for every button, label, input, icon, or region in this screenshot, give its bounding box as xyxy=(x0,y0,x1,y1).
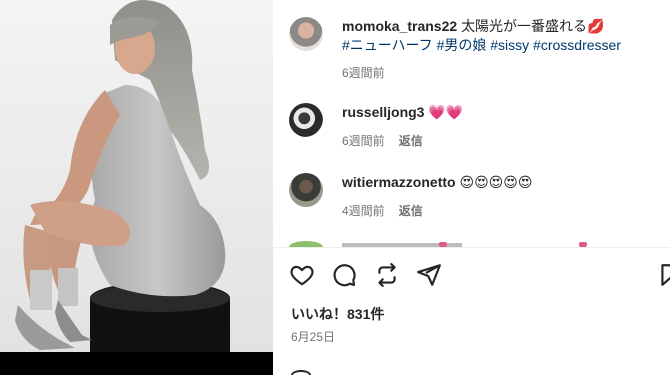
post-date[interactable]: 6月25日 xyxy=(291,328,335,345)
comment-item: russelljong3 💗💗 6週間前 返信 xyxy=(289,103,659,151)
comment-text: 😍😍😍😍😍 xyxy=(459,174,533,190)
caption-time[interactable]: 6週間前 xyxy=(342,64,385,83)
like-count[interactable]: いいね！831件 xyxy=(291,304,384,324)
hashtag-link[interactable]: #sissy xyxy=(490,37,529,53)
share-send-icon[interactable] xyxy=(416,262,442,288)
repost-icon[interactable] xyxy=(374,262,400,288)
photo-illustration xyxy=(0,0,273,352)
like-heart-icon[interactable] xyxy=(289,262,315,288)
comment-bubble-icon[interactable] xyxy=(331,262,357,288)
caption-hashtags: #ニューハーフ #男の娘 #sissy #crossdresser xyxy=(342,36,621,55)
photo-bottom-bar xyxy=(0,352,273,375)
comment-username[interactable]: witiermazzonetto xyxy=(342,174,456,190)
actions-divider xyxy=(273,247,670,248)
comment-time[interactable]: 6週間前 xyxy=(342,132,385,151)
post-photo[interactable] xyxy=(0,0,273,352)
hashtag-link[interactable]: #男の娘 xyxy=(437,37,487,53)
reply-button[interactable]: 返信 xyxy=(399,202,423,221)
comment-username[interactable]: russelljong3 xyxy=(342,104,424,120)
comment-item: witiermazzonetto 😍😍😍😍😍 4週間前 返信 xyxy=(289,173,659,221)
reply-button[interactable]: 返信 xyxy=(399,132,423,151)
comments-panel: momoka_trans22 太陽光が一番盛れる💋 #ニューハーフ #男の娘 #… xyxy=(273,0,670,375)
caption-text: 太陽光が一番盛れる💋 xyxy=(461,18,605,34)
avatar[interactable] xyxy=(289,17,323,51)
hashtag-link[interactable]: #crossdresser xyxy=(533,37,621,53)
action-bar xyxy=(289,262,670,288)
avatar[interactable] xyxy=(289,173,323,207)
comment-text: 💗💗 xyxy=(428,104,464,120)
hashtag-link[interactable]: #ニューハーフ xyxy=(342,37,433,53)
save-bookmark-icon[interactable] xyxy=(657,262,670,288)
emoji-icon[interactable] xyxy=(291,370,311,375)
caption-username[interactable]: momoka_trans22 xyxy=(342,18,457,34)
avatar[interactable] xyxy=(289,103,323,137)
instagram-post: momoka_trans22 太陽光が一番盛れる💋 #ニューハーフ #男の娘 #… xyxy=(0,0,670,375)
caption: momoka_trans22 太陽光が一番盛れる💋 #ニューハーフ #男の娘 #… xyxy=(289,17,659,83)
comment-time[interactable]: 4週間前 xyxy=(342,202,385,221)
